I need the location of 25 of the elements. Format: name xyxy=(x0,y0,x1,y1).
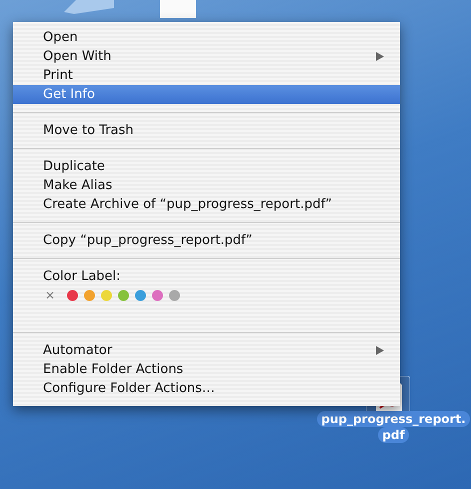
menu-item[interactable]: Enable Folder Actions xyxy=(13,360,400,379)
color-label-dot[interactable] xyxy=(67,290,78,301)
menu-item[interactable]: Move to Trash xyxy=(13,121,400,140)
file-name-label: pup_progress_report. xyxy=(317,411,470,427)
menu-item[interactable]: Make Alias xyxy=(13,176,400,195)
color-label-dot[interactable] xyxy=(169,290,180,301)
file-name-label: pdf xyxy=(378,427,409,443)
color-label-dot[interactable] xyxy=(118,290,129,301)
menu-item[interactable]: Create Archive of “pup_progress_report.pdf” xyxy=(13,195,400,214)
menu-item[interactable]: Open With xyxy=(13,47,400,66)
submenu-arrow-icon xyxy=(376,346,384,355)
submenu-arrow-icon xyxy=(376,52,384,61)
menu-item[interactable]: Configure Folder Actions… xyxy=(13,379,400,398)
color-label-heading: Color Label: xyxy=(42,268,122,286)
color-label-dot[interactable] xyxy=(101,290,112,301)
menu-item[interactable]: Print xyxy=(13,66,400,85)
menu-item[interactable]: Copy “pup_progress_report.pdf” xyxy=(13,231,400,250)
no-label-option[interactable]: × xyxy=(45,288,61,302)
menu-item[interactable]: Get Info xyxy=(13,85,400,104)
menu-item[interactable]: Automator xyxy=(13,341,400,360)
menu-item[interactable]: Duplicate xyxy=(13,157,400,176)
color-label-dot[interactable] xyxy=(152,290,163,301)
color-label-dot[interactable] xyxy=(135,290,146,301)
color-label-dot[interactable] xyxy=(84,290,95,301)
menu-item[interactable]: Open xyxy=(13,28,400,47)
